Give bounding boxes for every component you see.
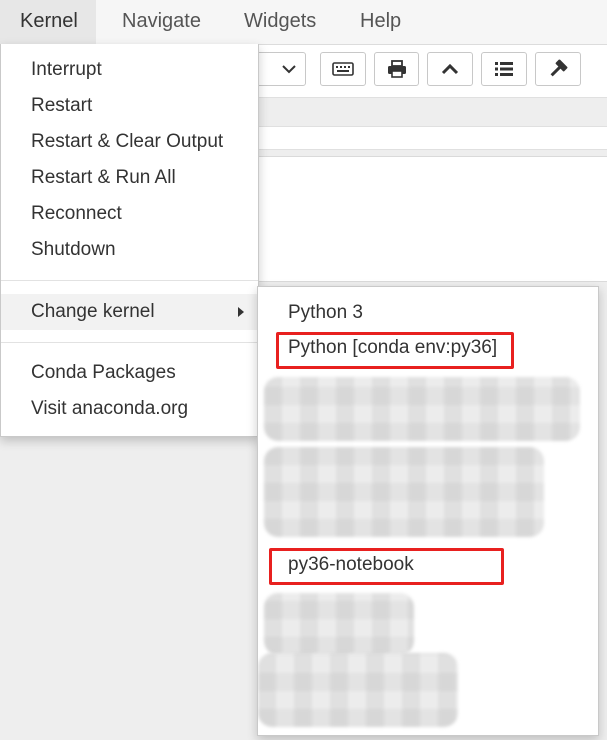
menu-item-visit-anaconda[interactable]: Visit anaconda.org <box>1 391 258 427</box>
menu-item-restart-clear-output[interactable]: Restart & Clear Output <box>1 124 258 160</box>
hammer-icon <box>550 59 568 77</box>
menu-item-change-kernel-label: Change kernel <box>31 301 155 322</box>
hammer-button[interactable] <box>535 52 581 86</box>
menubar: Kernel Navigate Widgets Help <box>0 0 607 45</box>
menu-item-reconnect[interactable]: Reconnect <box>1 196 258 232</box>
menu-item-shutdown[interactable]: Shutdown <box>1 232 258 268</box>
menu-item-restart-run-all[interactable]: Restart & Run All <box>1 160 258 196</box>
redacted-area <box>258 653 458 727</box>
menu-divider <box>1 280 258 281</box>
print-icon <box>387 60 406 78</box>
keyboard-shortcuts-button[interactable] <box>320 52 366 86</box>
menu-kernel[interactable]: Kernel <box>0 0 96 44</box>
redacted-area <box>264 377 580 441</box>
keyboard-icon <box>332 62 354 76</box>
highlight-box <box>276 332 514 369</box>
highlight-box <box>269 548 504 585</box>
submenu-arrow-icon <box>238 307 244 317</box>
menu-help[interactable]: Help <box>340 0 421 44</box>
menu-widgets[interactable]: Widgets <box>224 0 336 44</box>
chevron-down-icon <box>282 65 296 74</box>
list-icon <box>495 62 513 76</box>
kernel-option-python3[interactable]: Python 3 <box>288 296 363 330</box>
menu-item-change-kernel[interactable]: Change kernel <box>1 294 258 330</box>
menu-divider <box>1 342 258 343</box>
menu-item-interrupt[interactable]: Interrupt <box>1 52 258 88</box>
menu-item-restart[interactable]: Restart <box>1 88 258 124</box>
menu-item-conda-packages[interactable]: Conda Packages <box>1 355 258 391</box>
chevron-up-icon <box>441 63 459 75</box>
change-kernel-submenu: Python 3 Python [conda env:py36] py36-no… <box>257 286 599 736</box>
list-button[interactable] <box>481 52 527 86</box>
print-button[interactable] <box>374 52 419 86</box>
redacted-area <box>264 593 414 655</box>
menu-navigate[interactable]: Navigate <box>102 0 221 44</box>
kernel-dropdown-menu: Interrupt Restart Restart & Clear Output… <box>0 44 259 437</box>
move-up-button[interactable] <box>427 52 473 86</box>
redacted-area <box>264 447 544 537</box>
